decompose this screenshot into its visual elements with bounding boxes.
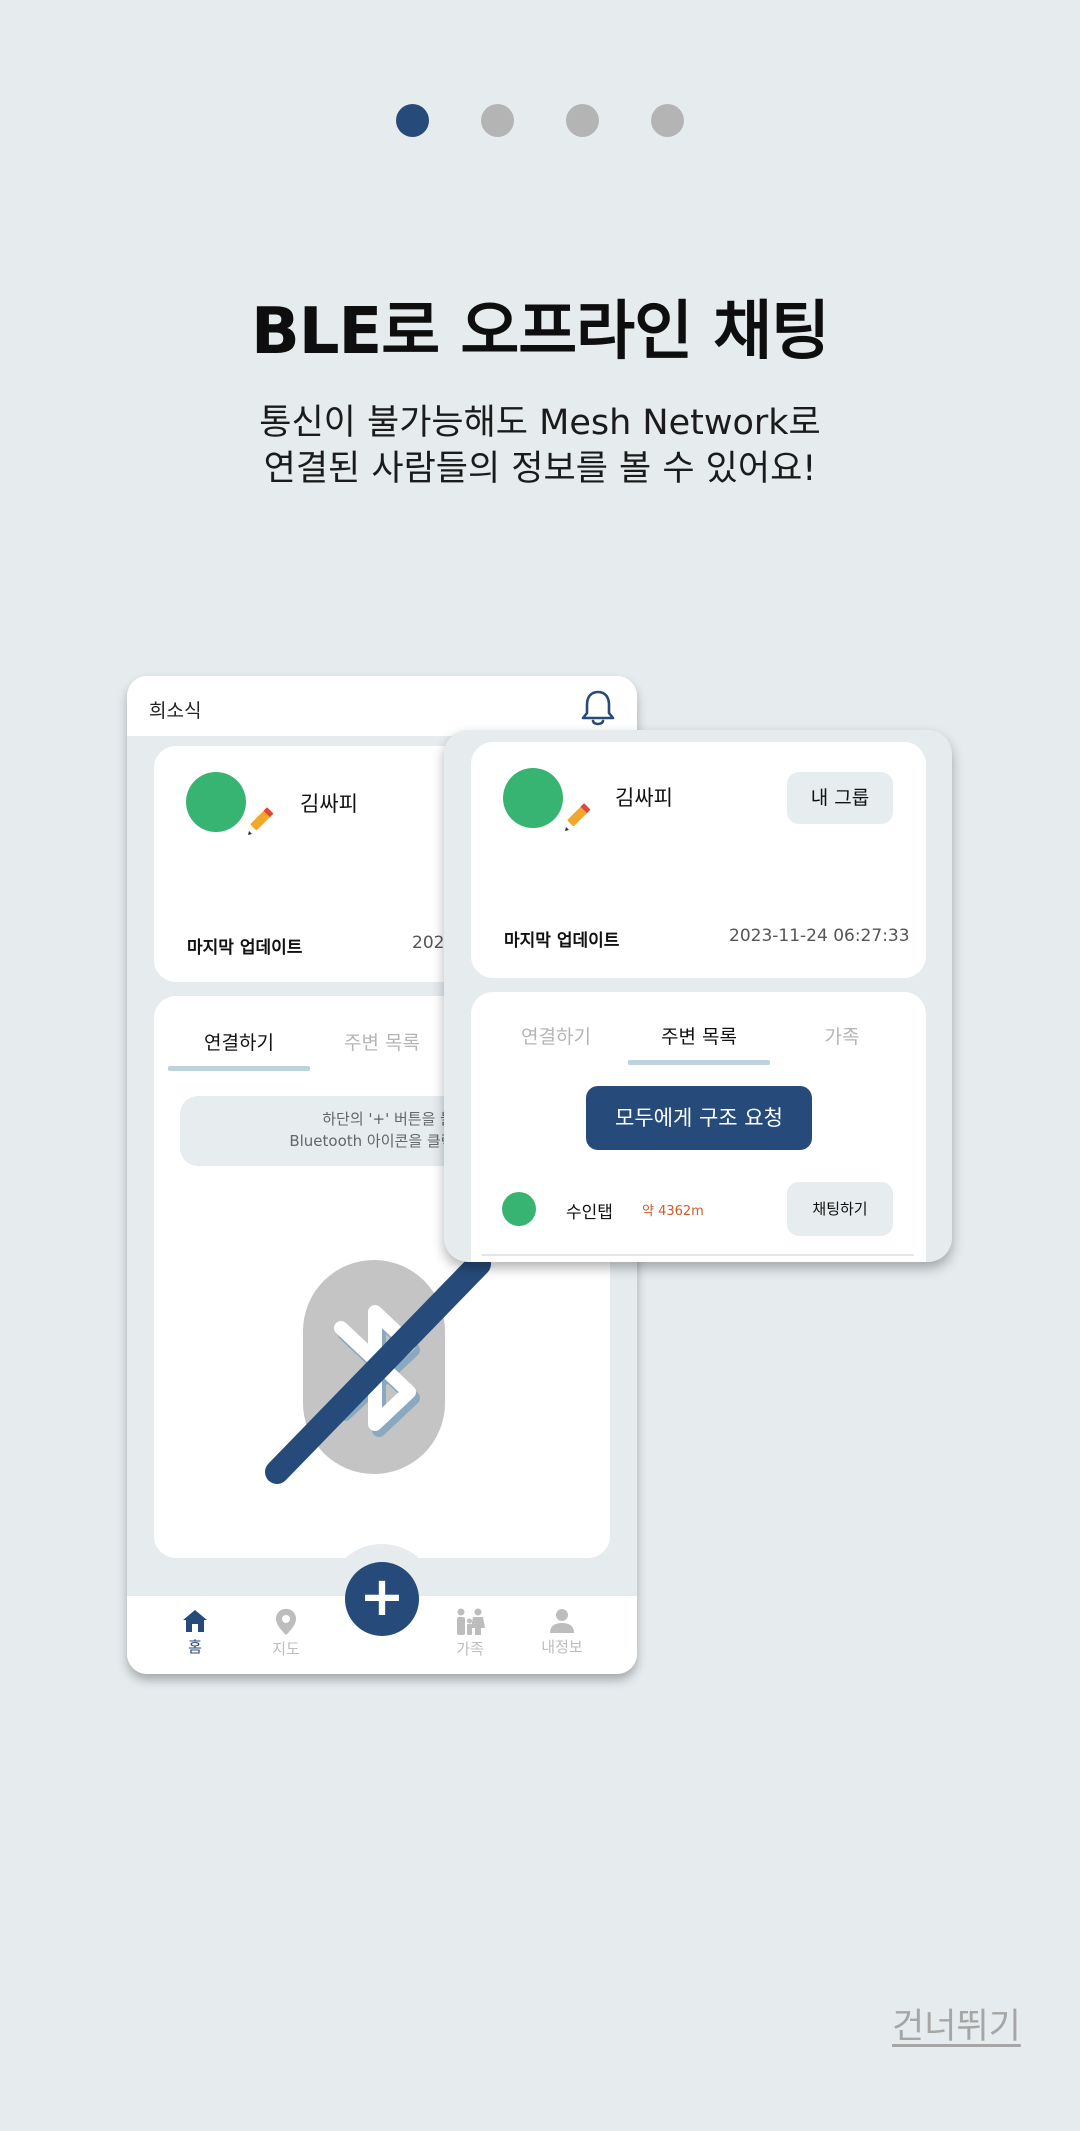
last-update-label: 마지막 업데이트 — [504, 931, 620, 951]
edit-pencil-icon[interactable] — [244, 804, 276, 836]
app-header — [127, 676, 637, 736]
nav-family-label: 가족 — [456, 1640, 484, 1658]
onboarding-subtitle: 통신이 불가능해도 Mesh Network로 연결된 사람들의 정보를 볼 수… — [0, 400, 1080, 492]
pager-dot-1[interactable] — [396, 104, 429, 137]
pager-dot-2[interactable] — [481, 104, 514, 137]
bell-icon[interactable] — [579, 688, 617, 728]
tab-family[interactable]: 가족 — [771, 1022, 913, 1049]
nearby-avatar — [502, 1192, 536, 1226]
person-icon — [550, 1609, 574, 1633]
avatar[interactable] — [186, 772, 246, 832]
last-update-value: 2023-11-24 06:27:33 — [729, 926, 910, 946]
nav-map[interactable]: 지도 — [256, 1608, 316, 1659]
subtitle-line-1: 통신이 불가능해도 Mesh Network로 — [259, 403, 821, 443]
tab-connect[interactable]: 연결하기 — [168, 1028, 310, 1055]
nav-home[interactable]: 홈 — [165, 1608, 225, 1657]
onboarding-title: BLE로 오프라인 채팅 — [250, 295, 830, 369]
pager-dot-3[interactable] — [566, 104, 599, 137]
tab-nearby[interactable]: 주변 목록 — [311, 1028, 453, 1055]
front-phone-mockup: 김싸피 내 그룹 마지막 업데이트 2023-11-24 06:27:33 연결… — [444, 730, 952, 1262]
nav-map-label: 지도 — [272, 1640, 300, 1658]
profile-name: 김싸피 — [615, 786, 673, 810]
last-update-label: 마지막 업데이트 — [187, 938, 303, 958]
tab-indicator — [628, 1060, 770, 1065]
onboarding-page: BLE로 오프라인 채팅 통신이 불가능해도 Mesh Network로 연결된… — [0, 0, 1080, 2131]
tab-connect[interactable]: 연결하기 — [485, 1022, 627, 1049]
nav-profile[interactable]: 내정보 — [532, 1608, 592, 1657]
nav-family[interactable]: 가족 — [440, 1608, 500, 1659]
add-button[interactable]: + — [345, 1562, 419, 1636]
skip-link[interactable]: 건너뛰기 — [892, 1998, 1021, 2049]
nearby-distance: 약 4362m — [642, 1204, 704, 1219]
subtitle-line-2: 연결된 사람들의 정보를 볼 수 있어요! — [263, 449, 817, 489]
nearby-name: 수인탭 — [566, 1203, 613, 1223]
nav-home-label: 홈 — [188, 1638, 202, 1656]
row-divider — [482, 1254, 914, 1256]
sos-all-button[interactable]: 모두에게 구조 요청 — [586, 1086, 812, 1150]
home-icon — [183, 1610, 207, 1632]
profile-card: 김싸피 내 그룹 마지막 업데이트 2023-11-24 06:27:33 — [471, 742, 926, 978]
avatar[interactable] — [503, 768, 563, 828]
chat-button[interactable]: 채팅하기 — [787, 1182, 893, 1236]
tab-nearby[interactable]: 주변 목록 — [628, 1022, 770, 1049]
nav-profile-label: 내정보 — [541, 1638, 583, 1656]
map-pin-icon — [276, 1609, 296, 1635]
pager-dots — [396, 104, 684, 137]
pager-dot-4[interactable] — [651, 104, 684, 137]
bluetooth-off-icon — [265, 1260, 491, 1484]
app-title: 희소식 — [149, 700, 202, 722]
family-icon — [457, 1608, 485, 1635]
profile-name: 김싸피 — [300, 792, 358, 816]
my-group-button[interactable]: 내 그룹 — [787, 772, 893, 824]
tab-indicator — [168, 1066, 310, 1071]
edit-pencil-icon[interactable] — [561, 800, 593, 832]
